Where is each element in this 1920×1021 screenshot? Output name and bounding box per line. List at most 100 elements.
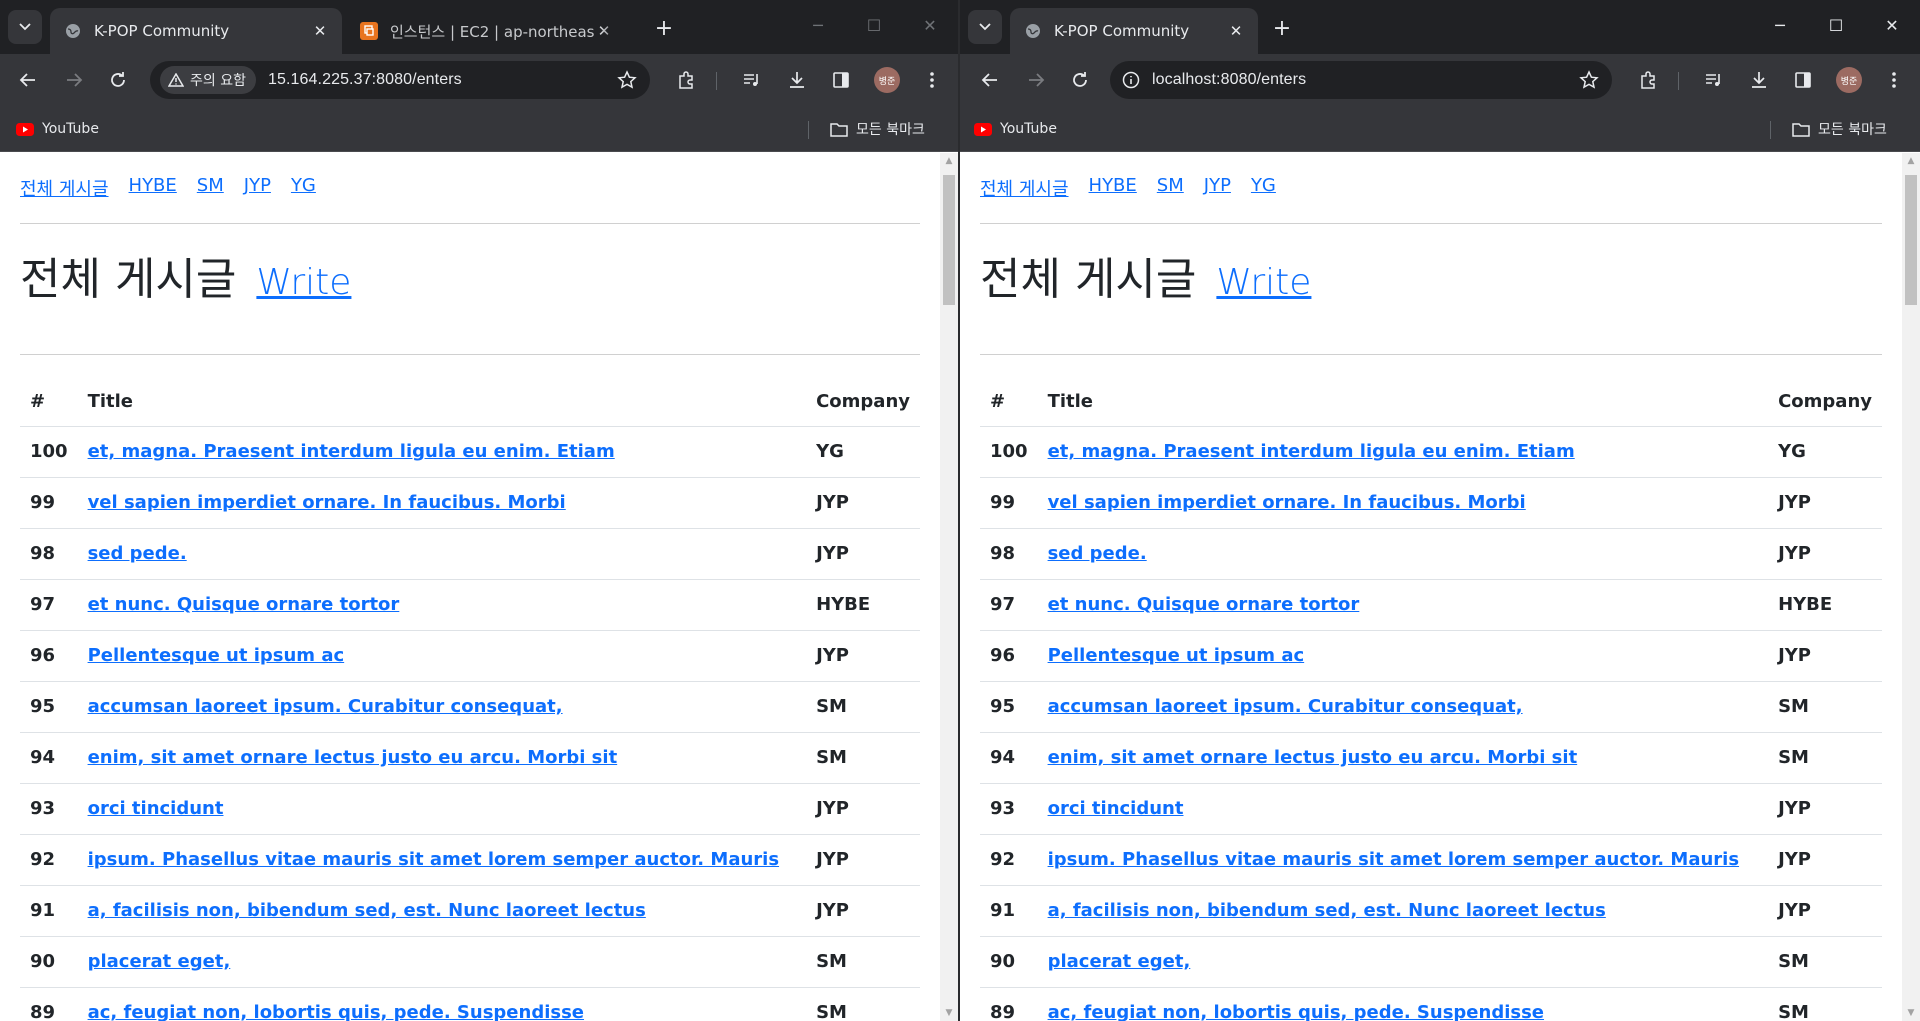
post-title-link[interactable]: ipsum. Phasellus vitae mauris sit amet l… xyxy=(1048,849,1739,870)
post-number: 95 xyxy=(980,681,1038,733)
forward-icon[interactable] xyxy=(60,66,88,94)
extensions-icon[interactable] xyxy=(1634,66,1662,94)
page-title: 전체 게시글 Write xyxy=(980,243,1311,307)
post-title-link[interactable]: placerat eget, xyxy=(1048,951,1191,972)
post-title-link[interactable]: et, magna. Praesent interdum ligula eu e… xyxy=(1048,441,1575,462)
post-title-link[interactable]: vel sapien imperdiet ornare. In faucibus… xyxy=(1048,492,1526,513)
back-icon[interactable] xyxy=(976,66,1004,94)
close-tab-icon[interactable]: ✕ xyxy=(1226,21,1246,41)
bookmark-youtube[interactable]: YouTube xyxy=(974,117,1057,141)
address-bar[interactable]: localhost:8080/enters xyxy=(1110,61,1612,99)
write-link[interactable]: Write xyxy=(1216,262,1311,303)
profile-avatar[interactable]: 병준 xyxy=(1836,67,1862,93)
scroll-up-arrow-icon[interactable]: ▲ xyxy=(940,153,958,169)
extensions-icon[interactable] xyxy=(672,66,700,94)
reload-icon[interactable] xyxy=(104,66,132,94)
bookmark-star-icon[interactable] xyxy=(1578,69,1600,91)
tab-kpop-community[interactable]: K-POP Community ✕ xyxy=(1010,8,1258,54)
tab-search-button[interactable] xyxy=(8,10,42,44)
maximize-icon[interactable]: ☐ xyxy=(846,0,902,50)
menu-kebab-icon[interactable] xyxy=(1880,66,1908,94)
profile-avatar[interactable]: 병준 xyxy=(874,67,900,93)
media-control-icon[interactable] xyxy=(1700,66,1728,94)
nav-link-jyp[interactable]: JYP xyxy=(1204,175,1231,201)
table-row: 94 enim, sit amet ornare lectus justo eu … xyxy=(20,732,920,784)
maximize-icon[interactable]: ☐ xyxy=(1808,0,1864,50)
nav-link-yg[interactable]: YG xyxy=(291,175,316,201)
media-control-icon[interactable] xyxy=(738,66,766,94)
table-row: 99 vel sapien imperdiet ornare. In faucib… xyxy=(20,477,920,529)
page-viewport: 전체 게시글 HYBE SM JYP YG 전체 게시글 Write # Tit… xyxy=(0,153,940,1021)
close-tab-icon[interactable]: ✕ xyxy=(594,21,614,41)
tab-search-button[interactable] xyxy=(968,10,1002,44)
nav-link-hybe[interactable]: HYBE xyxy=(1089,175,1137,201)
page-scrollbar[interactable]: ▲ ▼ xyxy=(940,153,958,1021)
nav-link-hybe[interactable]: HYBE xyxy=(129,175,177,201)
write-link[interactable]: Write xyxy=(256,262,351,303)
all-bookmarks[interactable]: 모든 북마크 xyxy=(830,117,925,141)
back-icon[interactable] xyxy=(14,66,42,94)
url-text[interactable]: 15.164.225.37:8080/enters xyxy=(268,71,462,89)
tab-kpop-community[interactable]: K-POP Community ✕ xyxy=(50,8,342,54)
scroll-down-arrow-icon[interactable]: ▼ xyxy=(1902,1005,1920,1021)
scrollbar-thumb[interactable] xyxy=(1905,175,1917,305)
nav-link-yg[interactable]: YG xyxy=(1251,175,1276,201)
bookmark-youtube[interactable]: YouTube xyxy=(16,117,99,141)
post-title-cell: a, facilisis non, bibendum sed, est. Nun… xyxy=(1037,885,1769,937)
post-title-link[interactable]: ac, feugiat non, lobortis quis, pede. Su… xyxy=(88,1002,584,1021)
nav-link-sm[interactable]: SM xyxy=(197,175,224,201)
scrollbar-thumb[interactable] xyxy=(943,175,955,305)
bookmark-star-icon[interactable] xyxy=(616,69,638,91)
address-bar[interactable]: 주의 요함 15.164.225.37:8080/enters xyxy=(150,61,650,99)
post-title-link[interactable]: sed pede. xyxy=(1048,543,1147,564)
nav-link-jyp[interactable]: JYP xyxy=(244,175,271,201)
post-title-link[interactable]: et nunc. Quisque ornare tortor xyxy=(1048,594,1360,615)
close-tab-icon[interactable]: ✕ xyxy=(310,21,330,41)
all-bookmarks[interactable]: 모든 북마크 xyxy=(1792,117,1887,141)
post-title-link[interactable]: a, facilisis non, bibendum sed, est. Nun… xyxy=(1048,900,1606,921)
post-company: JYP xyxy=(806,477,920,529)
page-scrollbar[interactable]: ▲ ▼ xyxy=(1902,153,1920,1021)
scroll-down-arrow-icon[interactable]: ▼ xyxy=(940,1005,958,1021)
post-title-link[interactable]: Pellentesque ut ipsum ac xyxy=(88,645,345,666)
minimize-icon[interactable]: ─ xyxy=(790,0,846,50)
download-icon[interactable] xyxy=(1745,66,1773,94)
tab-ec2-instances[interactable]: 인스턴스 | EC2 | ap-northeast- ✕ xyxy=(346,8,626,54)
post-title-link[interactable]: a, facilisis non, bibendum sed, est. Nun… xyxy=(88,900,646,921)
site-info-icon[interactable] xyxy=(1120,69,1142,91)
download-icon[interactable] xyxy=(783,66,811,94)
post-title-link[interactable]: sed pede. xyxy=(88,543,187,564)
post-title-link[interactable]: orci tincidunt xyxy=(1048,798,1184,819)
forward-icon[interactable] xyxy=(1022,66,1050,94)
new-tab-button[interactable]: + xyxy=(650,14,678,42)
tab-title: K-POP Community xyxy=(1054,22,1190,40)
post-title-link[interactable]: accumsan laoreet ipsum. Curabitur conseq… xyxy=(1048,696,1523,717)
close-window-icon[interactable]: ✕ xyxy=(1864,0,1920,50)
close-window-icon[interactable]: ✕ xyxy=(902,0,958,50)
post-title-link[interactable]: orci tincidunt xyxy=(88,798,224,819)
side-panel-icon[interactable] xyxy=(1789,66,1817,94)
post-title-link[interactable]: ac, feugiat non, lobortis quis, pede. Su… xyxy=(1048,1002,1544,1021)
post-title-link[interactable]: placerat eget, xyxy=(88,951,231,972)
security-warning-chip[interactable]: 주의 요함 xyxy=(160,66,256,94)
minimize-icon[interactable]: ─ xyxy=(1752,0,1808,50)
new-tab-button[interactable]: + xyxy=(1268,14,1296,42)
post-title-link[interactable]: et, magna. Praesent interdum ligula eu e… xyxy=(88,441,615,462)
post-title-link[interactable]: enim, sit amet ornare lectus justo eu ar… xyxy=(1048,747,1578,768)
nav-link-all[interactable]: 전체 게시글 xyxy=(980,175,1069,201)
post-title-link[interactable]: vel sapien imperdiet ornare. In faucibus… xyxy=(88,492,566,513)
post-title-cell: orci tincidunt xyxy=(77,783,807,835)
post-title-link[interactable]: ipsum. Phasellus vitae mauris sit amet l… xyxy=(88,849,779,870)
scroll-up-arrow-icon[interactable]: ▲ xyxy=(1902,153,1920,169)
reload-icon[interactable] xyxy=(1066,66,1094,94)
post-title-link[interactable]: enim, sit amet ornare lectus justo eu ar… xyxy=(88,747,618,768)
post-title-link[interactable]: et nunc. Quisque ornare tortor xyxy=(88,594,400,615)
table-row: 89 ac, feugiat non, lobortis quis, pede. … xyxy=(980,987,1882,1021)
nav-link-sm[interactable]: SM xyxy=(1157,175,1184,201)
side-panel-icon[interactable] xyxy=(827,66,855,94)
post-title-link[interactable]: Pellentesque ut ipsum ac xyxy=(1048,645,1305,666)
url-text[interactable]: localhost:8080/enters xyxy=(1152,71,1306,89)
menu-kebab-icon[interactable] xyxy=(918,66,946,94)
post-title-link[interactable]: accumsan laoreet ipsum. Curabitur conseq… xyxy=(88,696,563,717)
nav-link-all[interactable]: 전체 게시글 xyxy=(20,175,109,201)
